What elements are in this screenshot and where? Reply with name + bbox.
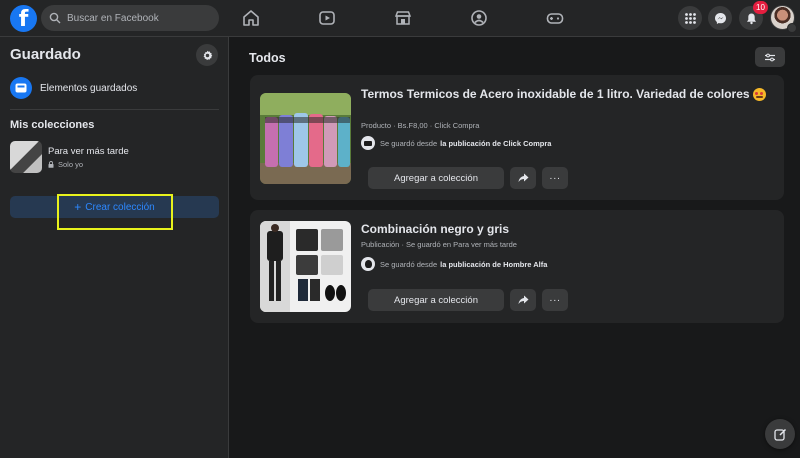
source-link[interactable]: la publicación de Click Compra bbox=[440, 139, 551, 148]
source-prefix: Se guardó desde bbox=[380, 259, 438, 269]
search-input[interactable] bbox=[67, 12, 207, 24]
search-box[interactable] bbox=[41, 5, 219, 31]
messenger-icon bbox=[714, 12, 726, 24]
home-icon[interactable] bbox=[241, 8, 261, 28]
facebook-logo[interactable]: f bbox=[10, 5, 37, 32]
filter-button[interactable] bbox=[755, 47, 785, 67]
saved-items-label: Elementos guardados bbox=[40, 82, 138, 94]
share-icon bbox=[518, 173, 528, 182]
plus-icon: + bbox=[74, 200, 82, 214]
item-actions: Agregar a colección ··· bbox=[368, 167, 568, 189]
source-avatar bbox=[361, 257, 375, 271]
source-prefix: Se guardó desde bbox=[380, 138, 438, 148]
messenger-button[interactable] bbox=[708, 6, 732, 30]
grid-icon bbox=[684, 12, 696, 24]
compose-icon bbox=[773, 428, 786, 441]
item-title[interactable]: Termos Termicos de Acero inoxidable de 1… bbox=[361, 87, 776, 102]
collections-heading: Mis colecciones bbox=[10, 119, 95, 131]
saved-items-link[interactable]: Elementos guardados bbox=[4, 75, 220, 101]
add-to-collection-button[interactable]: Agregar a colección bbox=[368, 289, 504, 311]
item-meta: Producto · Bs.F8,00 · Click Compra bbox=[361, 121, 480, 130]
create-collection-label: Crear colección bbox=[85, 201, 155, 213]
collection-item[interactable]: Para ver más tarde Solo yo bbox=[10, 141, 220, 173]
notifications-badge: 10 bbox=[753, 1, 768, 14]
share-icon bbox=[518, 295, 528, 304]
source-avatar bbox=[361, 136, 375, 150]
watch-icon[interactable] bbox=[317, 8, 337, 28]
marketplace-icon[interactable] bbox=[393, 8, 413, 28]
saved-icon bbox=[10, 77, 32, 99]
share-button[interactable] bbox=[510, 289, 536, 311]
bell-icon bbox=[746, 13, 756, 24]
more-options-button[interactable]: ··· bbox=[542, 289, 568, 311]
gear-icon bbox=[203, 50, 212, 60]
divider bbox=[10, 109, 219, 110]
item-title-text[interactable]: Termos Termicos de Acero inoxidable de 1… bbox=[361, 87, 750, 101]
lock-icon bbox=[48, 160, 54, 168]
add-to-collection-button[interactable]: Agregar a colección bbox=[368, 167, 504, 189]
item-thumbnail[interactable] bbox=[260, 93, 351, 184]
chevron-down-icon[interactable] bbox=[787, 23, 797, 33]
gaming-icon[interactable] bbox=[545, 8, 565, 28]
saved-item-card[interactable]: Combinación negro y gris Publicación · S… bbox=[250, 210, 784, 323]
settings-button[interactable] bbox=[196, 44, 218, 66]
item-meta: Publicación · Se guardó en Para ver más … bbox=[361, 240, 517, 249]
item-source: Se guardó desde la publicación de Hombre… bbox=[361, 257, 547, 271]
collection-privacy: Solo yo bbox=[48, 160, 129, 169]
source-link[interactable]: la publicación de Hombre Alfa bbox=[440, 260, 547, 269]
item-thumbnail[interactable] bbox=[260, 221, 351, 312]
page-title: Guardado bbox=[10, 46, 81, 63]
item-actions: Agregar a colección ··· bbox=[368, 289, 568, 311]
collection-name: Para ver más tarde bbox=[48, 145, 129, 157]
search-icon bbox=[49, 12, 61, 24]
menu-grid-button[interactable] bbox=[678, 6, 702, 30]
collection-thumbnail bbox=[10, 141, 42, 173]
share-button[interactable] bbox=[510, 167, 536, 189]
privacy-label: Solo yo bbox=[58, 159, 84, 169]
top-navigation-bar: f 10 bbox=[0, 0, 800, 37]
item-source: Se guardó desde la publicación de Click … bbox=[361, 136, 551, 150]
create-collection-button[interactable]: + Crear colección bbox=[10, 196, 219, 218]
section-title: Todos bbox=[249, 51, 286, 65]
item-title[interactable]: Combinación negro y gris bbox=[361, 222, 776, 237]
saved-sidebar: Guardado Elementos guardados Mis colecci… bbox=[0, 37, 229, 458]
more-options-button[interactable]: ··· bbox=[542, 167, 568, 189]
saved-item-card[interactable]: Termos Termicos de Acero inoxidable de 1… bbox=[250, 75, 784, 200]
smile-emoji-icon bbox=[752, 88, 766, 102]
filter-icon bbox=[765, 53, 775, 61]
new-message-button[interactable] bbox=[765, 419, 795, 449]
groups-icon[interactable] bbox=[469, 8, 489, 28]
